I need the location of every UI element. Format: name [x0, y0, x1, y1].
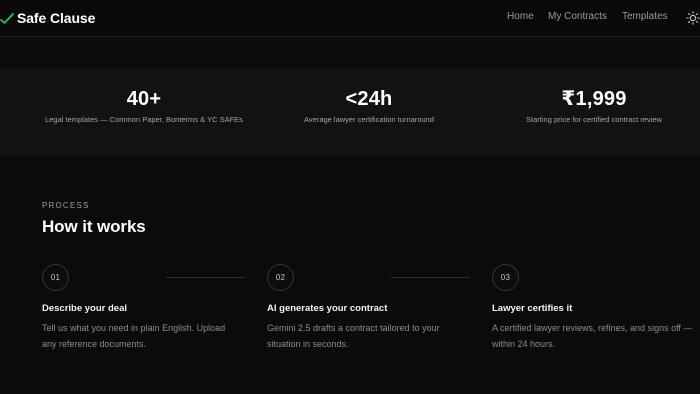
- stat-templates: 40+ Legal templates — Common Paper, Bont…: [34, 88, 254, 125]
- step-number-badge: 03: [492, 264, 519, 291]
- step-number-badge: 01: [42, 264, 69, 291]
- stat-label: Starting price for certified contract re…: [526, 115, 662, 124]
- process-step: 03 Lawyer certifies it A certified lawye…: [492, 264, 700, 349]
- step-title: Lawyer certifies it: [492, 303, 573, 314]
- step-title: Describe your deal: [42, 303, 128, 314]
- stat-value: <24h: [345, 88, 393, 110]
- nav-link-my-contracts[interactable]: My Contracts: [548, 11, 607, 22]
- sun-icon[interactable]: [686, 11, 700, 25]
- step-number-badge: 02: [267, 264, 294, 291]
- step-description: Tell us what you need in plain English. …: [42, 323, 226, 349]
- page: Safe Clause Home My Contracts Templates …: [0, 0, 700, 394]
- section-title: How it works: [42, 217, 146, 236]
- process-step: 01 Describe your deal Tell us what you n…: [42, 264, 252, 349]
- stat-label: Average lawyer certification turnaround: [304, 115, 434, 124]
- section-eyebrow: PROCESS: [42, 201, 90, 210]
- step-description: A certified lawyer reviews, refines, and…: [492, 323, 693, 349]
- stat-turnaround: <24h Average lawyer certification turnar…: [259, 88, 479, 125]
- stat-value: 40+: [126, 88, 162, 110]
- step-description: Gemini 2.5 drafts a contract tailored to…: [267, 323, 440, 349]
- stat-label: Legal templates — Common Paper, Bonterms…: [45, 115, 243, 124]
- stat-value: ₹1,999: [561, 88, 627, 110]
- process-step: 02 AI generates your contract Gemini 2.5…: [267, 264, 477, 349]
- step-title: AI generates your contract: [267, 303, 388, 314]
- main-nav: Home My Contracts Templates: [0, 11, 700, 25]
- nav-link-home[interactable]: Home: [507, 11, 534, 22]
- stat-price: ₹1,999 Starting price for certified cont…: [484, 88, 700, 125]
- top-nav-bar: Safe Clause Home My Contracts Templates: [0, 0, 700, 37]
- nav-link-templates[interactable]: Templates: [622, 11, 668, 22]
